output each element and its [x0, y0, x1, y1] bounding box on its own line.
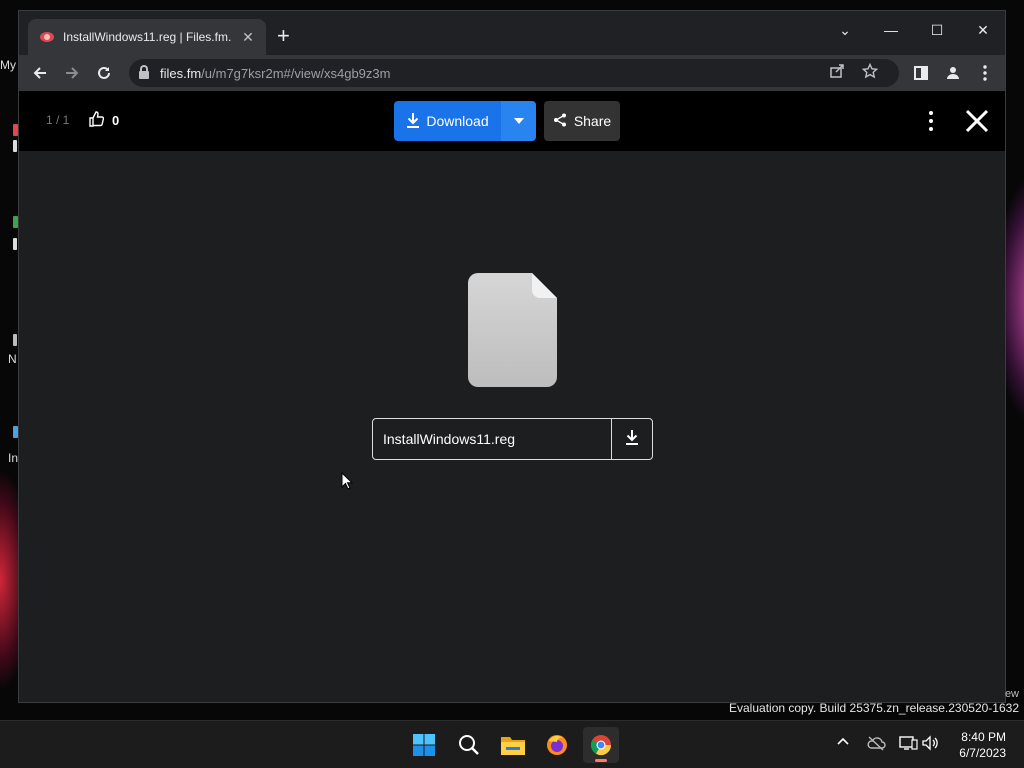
forward-icon[interactable] — [60, 61, 84, 85]
evaluation-watermark: Evaluation copy. Build 25375.zn_release.… — [729, 701, 1019, 715]
start-icon[interactable] — [406, 727, 442, 763]
share-page-icon[interactable] — [829, 63, 845, 82]
profile-icon[interactable] — [941, 61, 965, 85]
chevron-down-icon — [513, 118, 524, 124]
system-clock[interactable]: 8:40 PM 6/7/2023 — [940, 729, 1020, 761]
desktop-icon-label: My — [0, 58, 16, 72]
download-icon — [406, 112, 420, 131]
like-button[interactable]: 0 — [88, 111, 119, 130]
browser-tab[interactable]: InstallWindows11.reg | Files.fm. ✕ — [28, 19, 266, 55]
share-icon — [553, 113, 567, 130]
reload-icon[interactable] — [92, 61, 116, 85]
network-icon[interactable] — [898, 735, 918, 754]
tab-strip: InstallWindows11.reg | Files.fm. ✕ + ⌄ —… — [19, 11, 1005, 55]
viewer-toolbar: 1 / 1 0 Download Share — [19, 91, 1005, 151]
document-file-icon — [468, 272, 558, 388]
download-label: Download — [426, 113, 489, 129]
share-label: Share — [573, 113, 612, 129]
url-host: files.fm — [160, 65, 202, 81]
back-icon[interactable] — [28, 61, 52, 85]
like-count: 0 — [112, 113, 120, 128]
desktop-icon-my-computer[interactable]: My — [0, 58, 20, 72]
desktop-app-icon[interactable] — [13, 140, 17, 152]
search-icon[interactable] — [451, 727, 487, 763]
file-explorer-icon[interactable] — [495, 727, 531, 763]
mouse-cursor-icon — [341, 471, 354, 490]
minimize-icon[interactable]: — — [875, 17, 907, 43]
browser-menu-icon[interactable] — [973, 61, 997, 85]
file-viewer: 1 / 1 0 Download Share InstallWindows11.… — [19, 91, 1005, 702]
file-counter: 1 / 1 — [46, 113, 70, 127]
browser-window: InstallWindows11.reg | Files.fm. ✕ + ⌄ —… — [18, 10, 1006, 703]
maximize-icon[interactable]: ☐ — [921, 17, 953, 43]
url-path: /u/m7g7ksr2m#/view/xs4gb9z3m — [201, 65, 391, 81]
watermark-edge-text: ew — [1004, 688, 1019, 700]
file-download-button[interactable] — [611, 419, 652, 459]
close-viewer-icon[interactable] — [963, 107, 991, 135]
tab-title: InstallWindows11.reg | Files.fm. — [63, 30, 232, 44]
new-tab-button[interactable]: + — [277, 25, 290, 47]
download-icon — [625, 429, 639, 450]
lock-icon[interactable] — [139, 65, 149, 79]
more-options-icon[interactable] — [919, 109, 943, 133]
file-name-field: InstallWindows11.reg — [372, 418, 653, 460]
thumbs-up-icon — [88, 111, 105, 130]
download-button[interactable]: Download — [394, 101, 501, 141]
active-app-indicator — [595, 759, 607, 762]
share-button[interactable]: Share — [544, 101, 620, 141]
onedrive-off-icon[interactable] — [866, 735, 886, 754]
tab-close-icon[interactable]: ✕ — [240, 29, 256, 46]
tab-search-icon[interactable]: ⌄ — [829, 17, 861, 43]
files-fm-favicon-icon — [40, 32, 54, 42]
clock-time: 8:40 PM — [961, 730, 1006, 744]
volume-icon[interactable] — [922, 735, 940, 754]
download-options-button[interactable] — [501, 101, 536, 141]
chevron-up-icon[interactable] — [836, 735, 850, 752]
desktop-app-icon[interactable] — [13, 238, 17, 250]
address-bar[interactable]: files.fm/u/m7g7ksr2m#/view/xs4gb9z3m — [129, 59, 899, 87]
desktop-icon-label: N — [8, 352, 17, 366]
firefox-icon[interactable] — [539, 727, 575, 763]
clock-date: 6/7/2023 — [959, 746, 1006, 760]
file-name: InstallWindows11.reg — [383, 431, 516, 447]
taskbar: 8:40 PM 6/7/2023 — [0, 720, 1024, 768]
side-panel-icon[interactable] — [909, 61, 933, 85]
desktop-icon-label: In — [8, 451, 19, 465]
window-close-icon[interactable]: ✕ — [967, 17, 999, 43]
browser-toolbar: files.fm/u/m7g7ksr2m#/view/xs4gb9z3m — [19, 55, 1005, 91]
bookmark-star-icon[interactable] — [861, 62, 879, 82]
desktop-app-icon[interactable] — [13, 334, 17, 346]
chrome-icon[interactable] — [583, 727, 619, 763]
